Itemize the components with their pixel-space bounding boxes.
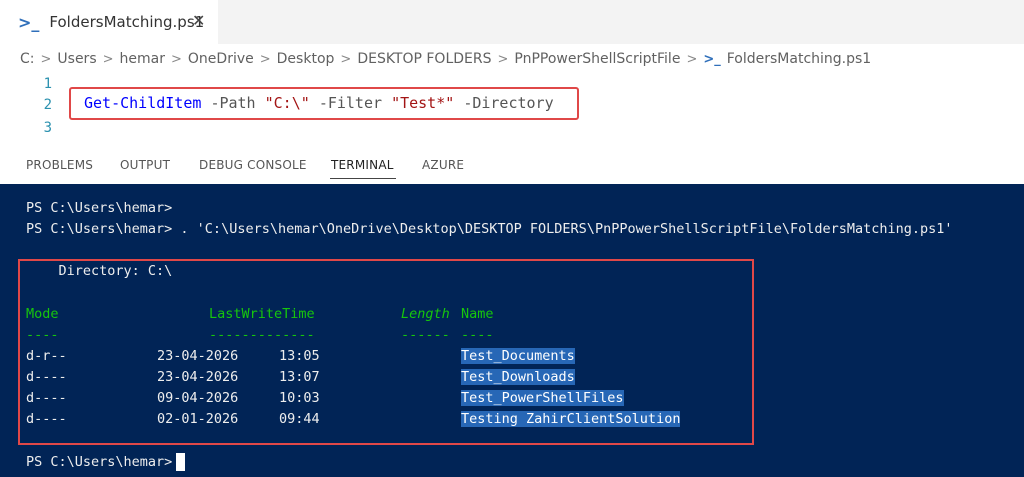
- chevron-right-icon: >: [102, 51, 114, 67]
- breadcrumb-item[interactable]: DESKTOP FOLDERS: [357, 51, 491, 67]
- chevron-right-icon: >: [259, 51, 271, 67]
- active-tab-indicator: [330, 178, 396, 179]
- underline-name: ----: [461, 327, 494, 343]
- row-mode: d-r--: [26, 348, 67, 364]
- breadcrumb-item[interactable]: OneDrive: [188, 51, 254, 67]
- breadcrumb-item[interactable]: FoldersMatching.ps1: [727, 51, 871, 67]
- chevron-right-icon: >: [340, 51, 352, 67]
- row-time: 13:05: [279, 348, 320, 364]
- row-name: Test_Downloads: [461, 369, 575, 385]
- chevron-right-icon: >: [686, 51, 698, 67]
- powershell-icon: >_: [703, 51, 721, 67]
- breadcrumb: C: > Users > hemar > OneDrive > Desktop …: [20, 49, 871, 69]
- terminal-command: PS C:\Users\hemar> . 'C:\Users\hemar\One…: [26, 221, 953, 237]
- tab-azure[interactable]: AZURE: [422, 158, 464, 172]
- code-directory-param: -Directory: [463, 94, 554, 112]
- terminal-prompt: PS C:\Users\hemar>: [26, 200, 173, 216]
- tab-title: FoldersMatching.ps1: [49, 13, 205, 31]
- tab-terminal[interactable]: TERMINAL: [331, 158, 394, 172]
- code-filter-value: "Test*": [391, 94, 455, 112]
- row-date: 23-04-2026: [157, 348, 239, 364]
- tab-debug-console[interactable]: DEBUG CONSOLE: [199, 158, 307, 172]
- tab-bar: >_ FoldersMatching.ps1 ✕: [0, 0, 1024, 44]
- row-time: 09:44: [279, 411, 320, 427]
- panel-tabs: PROBLEMS OUTPUT DEBUG CONSOLE TERMINAL A…: [0, 148, 1024, 184]
- prompt-text: PS C:\Users\hemar>: [26, 454, 173, 470]
- underline-mode: ----: [26, 327, 59, 343]
- terminal[interactable]: PS C:\Users\hemar> PS C:\Users\hemar> . …: [0, 184, 1024, 477]
- powershell-icon: >_: [18, 12, 40, 32]
- breadcrumb-item[interactable]: Users: [57, 51, 96, 67]
- header-length: Length: [401, 306, 450, 322]
- terminal-final-prompt[interactable]: PS C:\Users\hemar>: [26, 453, 186, 471]
- row-mode: d----: [26, 369, 67, 385]
- close-icon[interactable]: ✕: [192, 11, 205, 30]
- row-name: Test_PowerShellFiles: [461, 390, 624, 406]
- breadcrumb-item[interactable]: hemar: [120, 51, 165, 67]
- code-filter-param: -Filter: [318, 94, 383, 112]
- row-date: 02-01-2026: [157, 411, 239, 427]
- row-name: Testing ZahirClientSolution: [461, 411, 681, 427]
- underline-lastwritetime: -------------: [209, 327, 315, 343]
- header-lastwritetime: LastWriteTime: [209, 306, 315, 322]
- line-number: 1: [43, 76, 52, 92]
- breadcrumb-item[interactable]: Desktop: [277, 51, 335, 67]
- chevron-right-icon: >: [171, 51, 182, 67]
- terminal-cursor: [176, 453, 186, 471]
- directory-label: Directory: C:\: [26, 263, 173, 279]
- code-line[interactable]: Get-ChildItem -Path "C:\" -Filter "Test*…: [84, 94, 554, 112]
- row-date: 09-04-2026: [157, 390, 239, 406]
- chevron-right-icon: >: [40, 51, 52, 67]
- line-number: 3: [43, 120, 52, 136]
- breadcrumb-item[interactable]: C:: [20, 51, 35, 67]
- tab-output[interactable]: OUTPUT: [120, 158, 170, 172]
- code-path-value: "C:\": [264, 94, 310, 112]
- underline-length: ------: [401, 327, 450, 343]
- header-name: Name: [461, 306, 494, 322]
- editor-tab[interactable]: >_ FoldersMatching.ps1 ✕: [0, 0, 218, 44]
- header-mode: Mode: [26, 306, 59, 322]
- code-cmdlet: Get-ChildItem: [84, 94, 202, 112]
- breadcrumb-item[interactable]: PnPPowerShellScriptFile: [514, 51, 680, 67]
- row-time: 13:07: [279, 369, 320, 385]
- code-path-param: -Path: [210, 94, 256, 112]
- row-date: 23-04-2026: [157, 369, 239, 385]
- row-mode: d----: [26, 390, 67, 406]
- row-time: 10:03: [279, 390, 320, 406]
- row-mode: d----: [26, 411, 67, 427]
- code-editor[interactable]: 1 2 3 Get-ChildItem -Path "C:\" -Filter …: [0, 72, 1024, 144]
- line-number: 2: [43, 97, 52, 113]
- row-name: Test_Documents: [461, 348, 575, 364]
- chevron-right-icon: >: [497, 51, 509, 67]
- tab-problems[interactable]: PROBLEMS: [26, 158, 93, 172]
